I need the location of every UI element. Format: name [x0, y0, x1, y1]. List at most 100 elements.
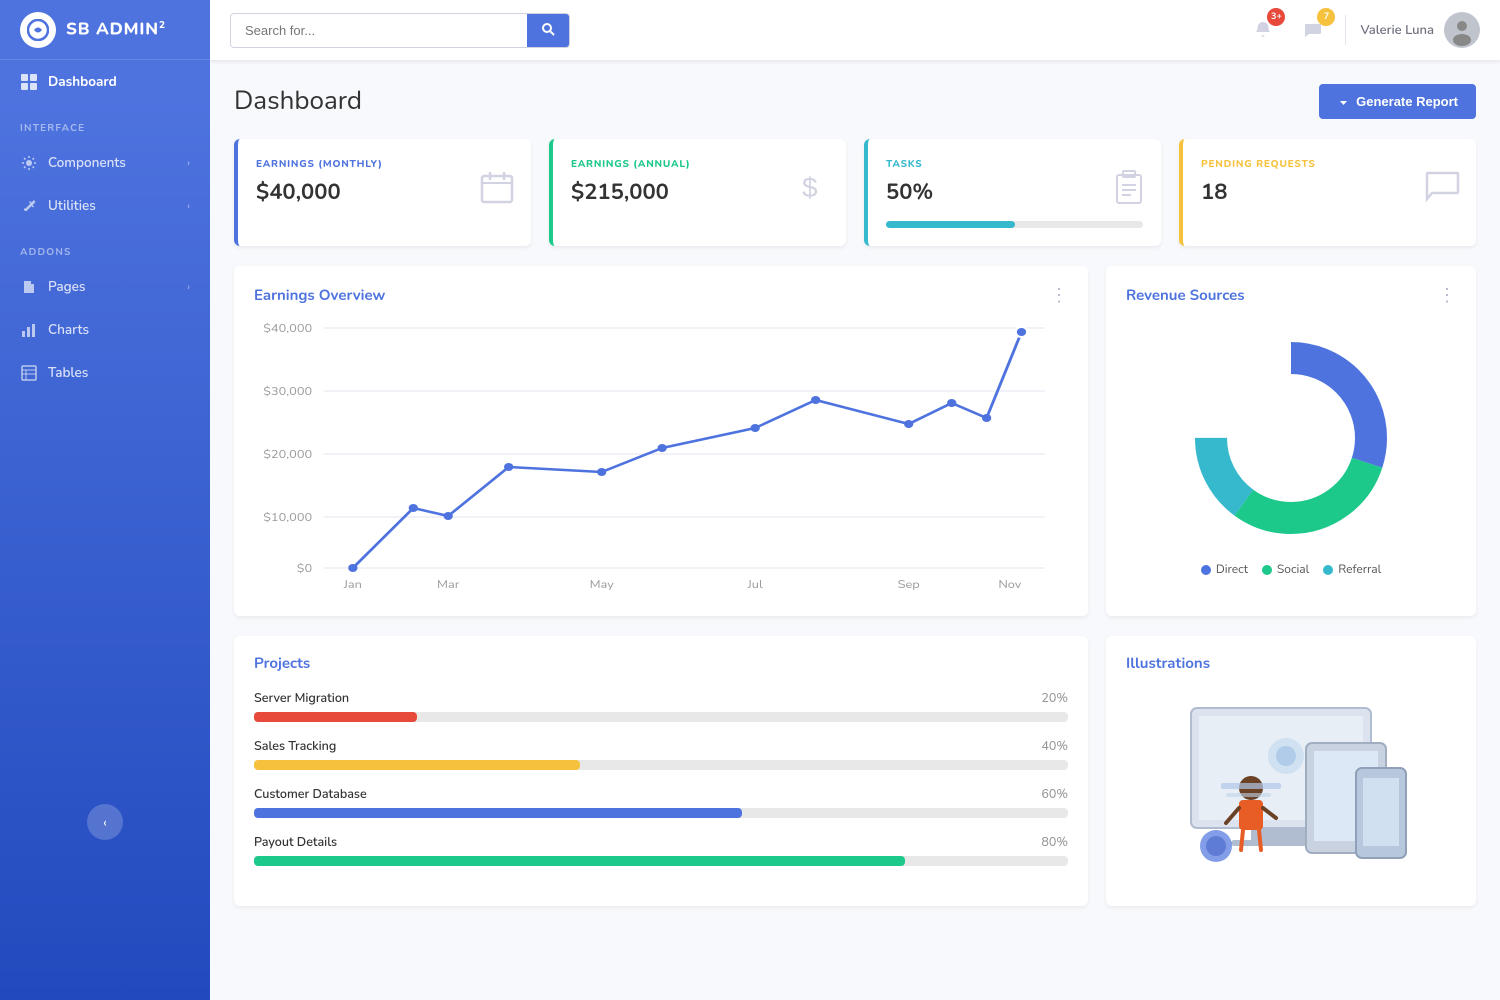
project-header-1: Sales Tracking 40% [254, 738, 1068, 755]
svg-text:Nov: Nov [998, 578, 1021, 593]
tasks-progress-bg [886, 221, 1143, 228]
revenue-chart-title: Revenue Sources [1126, 286, 1245, 306]
project-header-3: Payout Details 80% [254, 834, 1068, 851]
donut-chart-area: Direct Social Referral [1126, 318, 1456, 588]
sidebar-item-charts[interactable]: Charts [0, 308, 210, 351]
generate-report-button[interactable]: Generate Report [1319, 84, 1476, 119]
stat-card-pending: PENDING REQUESTS 18 [1179, 139, 1476, 246]
project-header-0: Server Migration 20% [254, 690, 1068, 707]
stat-label-annual: EARNINGS (ANNUAL) [571, 157, 828, 171]
project-name-0: Server Migration [254, 690, 349, 707]
sidebar-item-pages[interactable]: Pages › [0, 265, 210, 308]
sidebar-brand[interactable]: SB ADMIN2 [0, 0, 210, 60]
sidebar-item-components[interactable]: Components › [0, 141, 210, 184]
earnings-overview-card: Earnings Overview ⋮ $40,000 $30,000 [234, 266, 1088, 616]
project-bar-fill-3 [254, 856, 905, 866]
bottom-row: Projects Server Migration 20% Sales Trac… [234, 636, 1476, 906]
charts-row: Earnings Overview ⋮ $40,000 $30,000 [234, 266, 1476, 616]
comment-icon [1424, 170, 1460, 216]
utilities-label: Utilities [48, 196, 96, 215]
sidebar-item-tables[interactable]: Tables [0, 351, 210, 394]
dashboard-icon [20, 73, 38, 91]
topbar-right: 3+ 7 Valerie Luna [1245, 12, 1480, 48]
stat-card-annual: EARNINGS (ANNUAL) $215,000 $ [549, 139, 846, 246]
topbar-divider [1345, 15, 1346, 45]
earnings-chart-header: Earnings Overview ⋮ [254, 284, 1068, 308]
project-name-1: Sales Tracking [254, 738, 336, 755]
topbar: 3+ 7 Valerie Luna [210, 0, 1500, 60]
svg-text:$: $ [802, 172, 818, 203]
pages-label: Pages [48, 277, 85, 296]
project-bar-bg-2 [254, 808, 1068, 818]
dollar-icon: $ [794, 169, 830, 217]
stat-label-pending: PENDING REQUESTS [1201, 157, 1458, 171]
page-title: Dashboard [234, 84, 362, 119]
svg-text:Jan: Jan [343, 578, 362, 593]
project-header-2: Customer Database 60% [254, 786, 1068, 803]
illustrations-image [1126, 688, 1456, 888]
project-bar-bg-3 [254, 856, 1068, 866]
user-name: Valerie Luna [1360, 21, 1434, 39]
svg-text:Jul: Jul [747, 578, 764, 593]
stat-value-pending: 18 [1201, 177, 1458, 207]
calendar-icon [479, 169, 515, 217]
clipboard-icon [1113, 169, 1145, 217]
brand-name: SB ADMIN2 [66, 18, 166, 42]
brand-logo [20, 12, 56, 48]
search-button[interactable] [527, 14, 569, 47]
sidebar-item-dashboard[interactable]: Dashboard [0, 60, 210, 103]
search-wrapper [230, 13, 570, 48]
direct-dot [1201, 565, 1211, 575]
revenue-chart-header: Revenue Sources ⋮ [1126, 284, 1456, 308]
main-area: 3+ 7 Valerie Luna Dashboard Generate Rep… [210, 0, 1500, 1000]
stat-card-monthly: EARNINGS (MONTHLY) $40,000 [234, 139, 531, 246]
projects-title: Projects [254, 654, 1068, 674]
earnings-chart-title: Earnings Overview [254, 286, 385, 306]
sidebar-section-interface: INTERFACE [0, 103, 210, 141]
tasks-progress-fill [886, 221, 1015, 228]
illustrations-title: Illustrations [1126, 654, 1456, 674]
project-bar-fill-0 [254, 712, 417, 722]
earnings-chart-menu[interactable]: ⋮ [1050, 284, 1068, 308]
search-input[interactable] [231, 15, 527, 46]
tables-icon [20, 364, 38, 382]
legend-direct: Direct [1201, 562, 1248, 578]
messages-button[interactable]: 7 [1295, 12, 1331, 48]
projects-card: Projects Server Migration 20% Sales Trac… [234, 636, 1088, 906]
legend-social: Social [1262, 562, 1309, 578]
components-label: Components [48, 153, 126, 172]
project-row-2: Customer Database 60% [254, 786, 1068, 818]
svg-text:May: May [590, 578, 614, 593]
sidebar-section-addons: ADDONS [0, 227, 210, 265]
project-row-1: Sales Tracking 40% [254, 738, 1068, 770]
revenue-sources-card: Revenue Sources ⋮ [1106, 266, 1476, 616]
project-bar-bg-0 [254, 712, 1068, 722]
earnings-line-chart: $40,000 $30,000 $20,000 $10,000 $0 Jan M… [254, 318, 1068, 598]
stat-card-tasks: TASKS 50% [864, 139, 1161, 246]
pages-icon [20, 278, 38, 296]
components-chevron: › [187, 156, 190, 170]
utilities-chevron: › [187, 199, 190, 213]
project-name-2: Customer Database [254, 786, 367, 803]
alerts-badge: 3+ [1267, 8, 1285, 26]
revenue-chart-menu[interactable]: ⋮ [1438, 284, 1456, 308]
stat-label-monthly: EARNINGS (MONTHLY) [256, 157, 513, 171]
svg-text:$30,000: $30,000 [263, 385, 312, 400]
sidebar-item-utilities[interactable]: Utilities › [0, 184, 210, 227]
content-area: Dashboard Generate Report EARNINGS (MONT… [210, 60, 1500, 1000]
svg-text:Mar: Mar [437, 578, 460, 593]
donut-legend: Direct Social Referral [1201, 562, 1381, 578]
content-header: Dashboard Generate Report [234, 84, 1476, 119]
project-bar-fill-1 [254, 760, 580, 770]
alerts-button[interactable]: 3+ [1245, 12, 1281, 48]
charts-label: Charts [48, 320, 89, 339]
user-avatar [1444, 12, 1480, 48]
sidebar: SB ADMIN2 Dashboard INTERFACE Components… [0, 0, 210, 1000]
pages-chevron: › [187, 280, 190, 294]
legend-referral: Referral [1323, 562, 1381, 578]
svg-text:Sep: Sep [898, 578, 920, 593]
topbar-user[interactable]: Valerie Luna [1360, 12, 1480, 48]
illustrations-card: Illustrations [1106, 636, 1476, 906]
sidebar-collapse-button[interactable]: ‹ [87, 804, 123, 840]
tables-label: Tables [48, 363, 88, 382]
